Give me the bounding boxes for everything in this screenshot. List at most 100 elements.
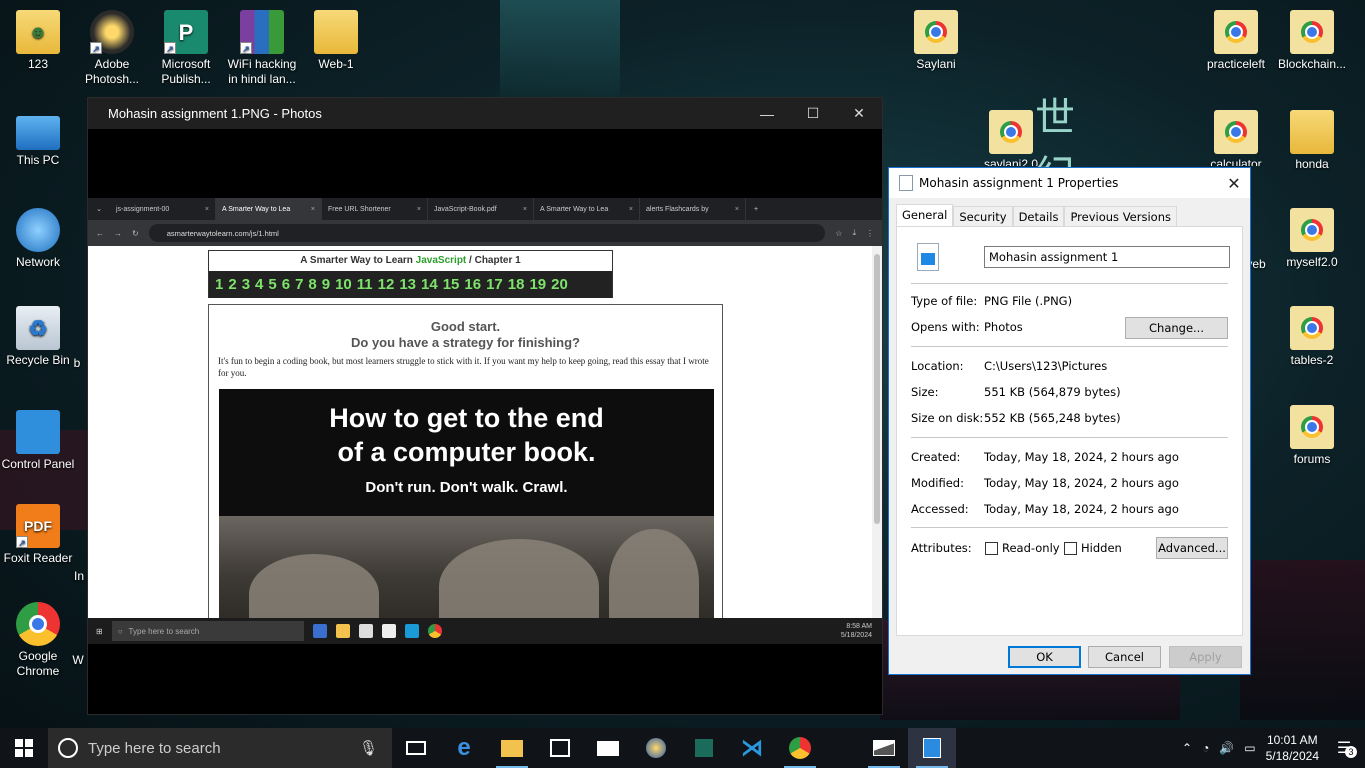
screenshot-search-box: ○ Type here to search: [111, 621, 304, 641]
microphone-icon[interactable]: 🎙: [359, 739, 378, 757]
close-icon[interactable]: ✕: [1218, 174, 1250, 193]
chrome-html-icon: [1290, 306, 1334, 350]
general-panel: Mohasin assignment 1 Type of file: PNG F…: [896, 226, 1243, 636]
chapter-number: 4: [255, 276, 264, 293]
search-icon: ○: [117, 626, 123, 636]
desktop-icon-tables-2[interactable]: tables-2: [1274, 306, 1350, 368]
hidden-checkbox[interactable]: Hidden: [1064, 541, 1122, 555]
battery-icon[interactable]: ▭: [1244, 741, 1255, 755]
screenshot-taskbar: ⊞ ○ Type here to search 8:58 AM 5/18/202…: [88, 618, 882, 644]
apply-button[interactable]: Apply: [1169, 646, 1242, 668]
photos-titlebar[interactable]: Mohasin assignment 1.PNG - Photos — ☐ ✕: [88, 98, 882, 129]
chapter-number: 10: [335, 276, 352, 293]
vscode-icon[interactable]: ⋊: [728, 728, 776, 768]
desktop-icon-photoshop[interactable]: ↗ Adobe Photosh...: [74, 10, 150, 87]
chapter-number: 16: [464, 276, 482, 293]
network-icon[interactable]: ◔: [1202, 741, 1209, 755]
tab-general[interactable]: General: [896, 204, 954, 227]
recycle-bin-icon: ♻: [16, 306, 60, 350]
chapter-number: 5: [268, 276, 277, 293]
desktop-icon-network[interactable]: Network: [0, 208, 76, 270]
maximize-icon[interactable]: ☐: [790, 98, 836, 129]
edge-icon[interactable]: e: [440, 728, 488, 768]
chrome-icon: [427, 624, 442, 638]
chapter-number: 19: [529, 276, 547, 293]
desktop-icon-saylani2[interactable]: saylani2.0: [973, 110, 1049, 166]
desktop-icon-myself2[interactable]: myself2.0: [1274, 208, 1350, 270]
article-banner: How to get to the end of a computer book…: [219, 389, 714, 634]
app-icon[interactable]: [680, 728, 728, 768]
notification-center-icon[interactable]: ☰ 3: [1329, 738, 1359, 758]
divider: [911, 437, 1228, 438]
windows-logo-icon: ⊞: [96, 626, 103, 636]
start-button[interactable]: [0, 728, 48, 768]
desktop-icon-web-1[interactable]: Web-1: [298, 10, 374, 72]
desktop-icon-blockchain[interactable]: Blockchain...: [1274, 10, 1350, 72]
chapter-number: 3: [241, 276, 251, 293]
tab-security[interactable]: Security: [953, 206, 1013, 227]
photoshop-icon: ↗: [90, 10, 134, 54]
desktop-icon-practiceleft[interactable]: practiceleft: [1198, 10, 1274, 72]
system-tray: ⌃ ◔ 🔊 ▭ 10:01 AM 5/18/2024 ☰ 3: [1182, 732, 1365, 764]
desktop-icon-forums[interactable]: forums: [1274, 405, 1350, 467]
image-viewer-icon[interactable]: [860, 728, 908, 768]
tab-previous-versions[interactable]: Previous Versions: [1064, 206, 1177, 227]
back-icon: ←: [96, 228, 104, 238]
web-page: A Smarter Way to Learn JavaScript / Chap…: [88, 246, 882, 634]
browser-tab-strip: ⌄ js-assignment-00 × A Smarter Way to Lea…: [88, 198, 882, 220]
desktop-icon-publisher[interactable]: P ↗ Microsoft Publish...: [148, 10, 224, 87]
taskbar-spacer: [824, 728, 860, 768]
windows-logo-icon: [15, 739, 33, 757]
chrome-icon: [16, 602, 60, 646]
chrome-icon[interactable]: [776, 728, 824, 768]
readonly-checkbox[interactable]: Read-only: [985, 541, 1060, 555]
browser-tab: js-assignment-00 ×: [110, 198, 216, 220]
mail-icon[interactable]: [584, 728, 632, 768]
volume-icon[interactable]: 🔊: [1219, 741, 1234, 755]
media-icon[interactable]: [632, 728, 680, 768]
photo-image: ⌄ js-assignment-00 × A Smarter Way to Lea…: [88, 198, 882, 644]
desktop-icon-saylani[interactable]: Saylani: [898, 10, 974, 72]
reload-icon: ↻: [132, 228, 139, 238]
desktop-icon-control-panel[interactable]: Control Panel: [0, 410, 76, 472]
taskbar-clock[interactable]: 10:01 AM 5/18/2024: [1266, 732, 1319, 764]
store-icon[interactable]: [536, 728, 584, 768]
download-icon: ⤓: [852, 228, 856, 237]
minimize-icon[interactable]: —: [744, 98, 790, 129]
change-button[interactable]: Change...: [1125, 317, 1228, 339]
chapter-number: 6: [281, 276, 291, 293]
chrome-html-icon: [989, 110, 1033, 154]
file-explorer-icon[interactable]: [488, 728, 536, 768]
chapter-number: 2: [228, 276, 237, 293]
desktop-icon-foxit[interactable]: PDF ↗ Foxit Reader: [0, 504, 76, 566]
file-name-field[interactable]: Mohasin assignment 1: [984, 246, 1230, 268]
task-view-icon[interactable]: [392, 728, 440, 768]
ok-button[interactable]: OK: [1008, 646, 1081, 668]
close-icon[interactable]: ✕: [836, 98, 882, 129]
checkbox-box: [985, 541, 998, 555]
chevron-up-icon[interactable]: ⌃: [1182, 741, 1192, 755]
cancel-button[interactable]: Cancel: [1088, 646, 1161, 668]
desktop-icon-honda[interactable]: honda: [1274, 110, 1350, 172]
desktop-icon-winrar[interactable]: ↗ WiFi hacking in hindi lan...: [224, 10, 300, 87]
tab-details[interactable]: Details: [1012, 206, 1065, 227]
chapter-number: 15: [442, 276, 460, 293]
mail-icon: [381, 624, 396, 638]
taskbar-search-box[interactable]: Type here to search 🎙: [48, 728, 392, 768]
photos-icon[interactable]: [908, 728, 956, 768]
properties-titlebar[interactable]: Mohasin assignment 1 Properties ✕: [889, 168, 1250, 198]
desktop-icon-this-pc[interactable]: This PC: [0, 110, 76, 168]
advanced-button[interactable]: Advanced...: [1156, 537, 1228, 559]
mud-crawl-photo: [219, 516, 714, 634]
banner-headline: How to get to the end of a computer book…: [329, 403, 604, 467]
browser-tab: Free URL Shortener ×: [322, 198, 428, 220]
desktop-icon-123[interactable]: ☻ 123: [0, 10, 76, 72]
properties-tabs: General Security Details Previous Versio…: [896, 204, 1177, 227]
tab-search-icon: ⌄: [96, 206, 102, 213]
file-icon: [899, 175, 913, 191]
control-panel-icon: [16, 410, 60, 454]
properties-dialog[interactable]: Mohasin assignment 1 Properties ✕ Genera…: [888, 167, 1251, 675]
desktop-icon-calculator[interactable]: calculator: [1198, 110, 1274, 166]
chapter-number: 12: [377, 276, 395, 293]
photos-window[interactable]: Mohasin assignment 1.PNG - Photos — ☐ ✕ …: [87, 97, 883, 715]
